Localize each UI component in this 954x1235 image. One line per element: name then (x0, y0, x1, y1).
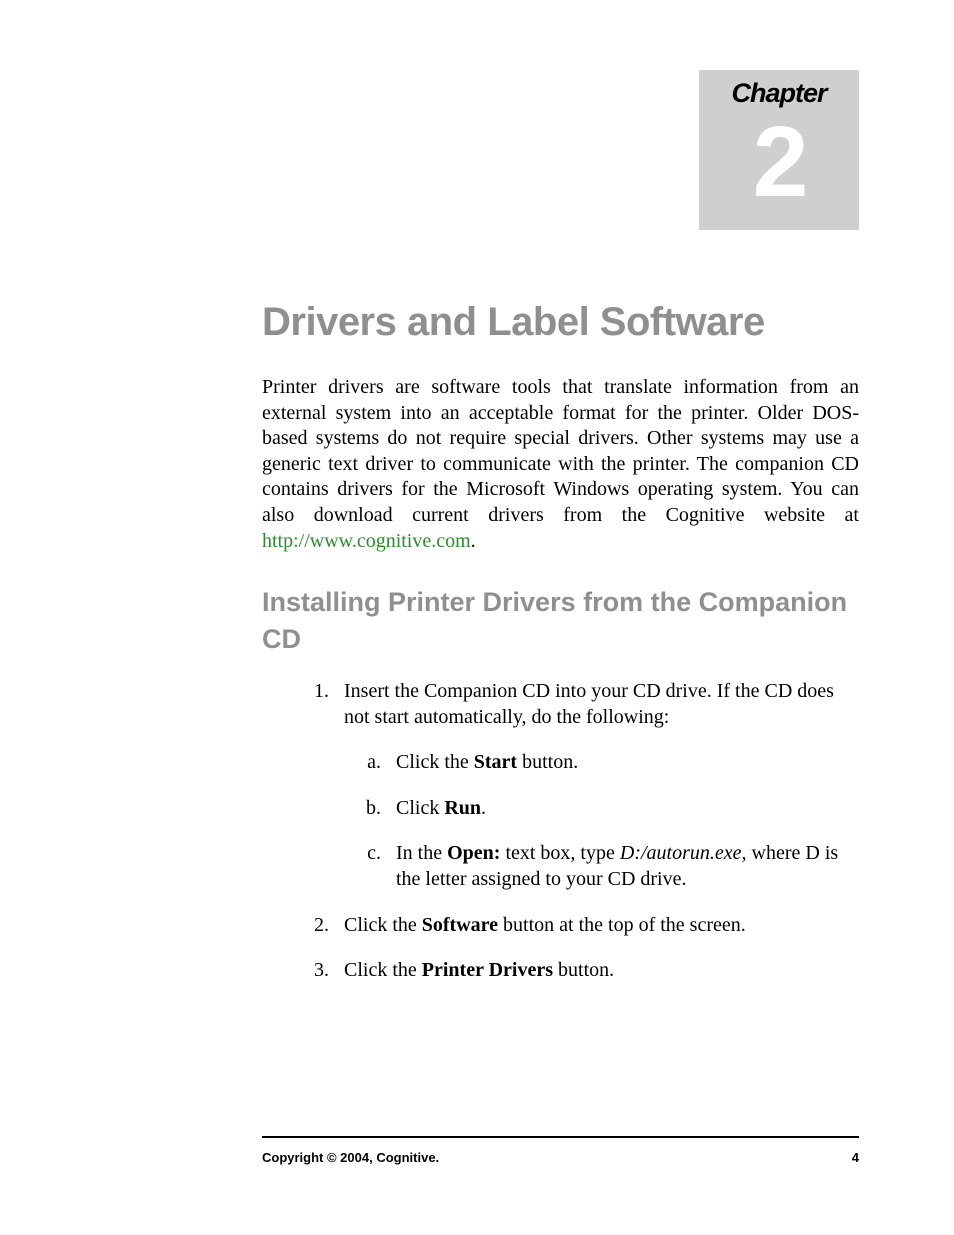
text: button at the top of the screen. (498, 914, 746, 936)
step-1b: Click Run. (386, 796, 859, 822)
text: . (481, 797, 486, 819)
text: text box, type (500, 842, 619, 864)
step-1-text: Insert the Companion CD into your CD dri… (344, 680, 834, 728)
step-3: Click the Printer Drivers button. (334, 958, 859, 984)
bold-printer-drivers: Printer Drivers (422, 959, 553, 981)
intro-text: Printer drivers are software tools that … (262, 376, 859, 526)
text: button. (553, 959, 614, 981)
section-heading: Installing Printer Drivers from the Comp… (262, 584, 859, 657)
bold-start: Start (474, 751, 517, 773)
text: Click the (344, 959, 422, 981)
italic-path: D:/autorun.exe (620, 842, 742, 864)
page-footer: Copyright © 2004, Cognitive. 4 (262, 1136, 859, 1165)
instruction-list: Insert the Companion CD into your CD dri… (262, 679, 859, 984)
step-1c: In the Open: text box, type D:/autorun.e… (386, 841, 859, 892)
bold-run: Run (444, 797, 481, 819)
text: Click (396, 797, 444, 819)
text: In the (396, 842, 447, 864)
text: Click the (344, 914, 422, 936)
step-2: Click the Software button at the top of … (334, 913, 859, 939)
website-link[interactable]: http://www.cognitive.com (262, 530, 471, 552)
text: Click the (396, 751, 474, 773)
copyright-text: Copyright © 2004, Cognitive. (262, 1150, 439, 1165)
text: button. (517, 751, 578, 773)
intro-paragraph: Printer drivers are software tools that … (262, 375, 859, 554)
chapter-badge: Chapter 2 (699, 70, 859, 230)
step-1a: Click the Start button. (386, 750, 859, 776)
substep-list: Click the Start button. Click Run. In th… (344, 750, 859, 892)
step-1: Insert the Companion CD into your CD dri… (334, 679, 859, 893)
chapter-number: 2 (699, 115, 859, 210)
page-title: Drivers and Label Software (262, 300, 859, 345)
chapter-label: Chapter (699, 70, 859, 109)
page-number: 4 (852, 1150, 859, 1165)
intro-text-end: . (471, 530, 476, 552)
bold-software: Software (422, 914, 498, 936)
bold-open: Open: (447, 842, 500, 864)
document-page: Chapter 2 Drivers and Label Software Pri… (0, 0, 954, 1235)
